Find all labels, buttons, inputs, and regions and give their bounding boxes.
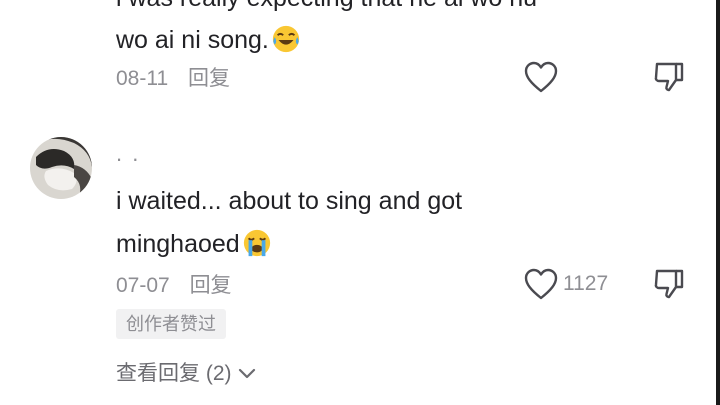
creator-liked-badge: 创作者赞过 [116,309,226,339]
view-replies-label: 查看回复 (2) [116,362,232,385]
view-replies-button[interactable]: 查看回复 (2) [116,361,256,387]
heart-icon [524,268,558,300]
avatar[interactable] [30,137,92,199]
comment-2-text-line-2: minghaoed [116,230,240,258]
comment-2-date: 07-07 [116,274,170,297]
comment-2-like-count: 1127 [563,272,609,295]
comment-2-dislike-button[interactable] [652,267,686,301]
frame-edge [716,0,720,405]
comment-2-text-line-2-wrap: minghaoed [116,228,272,259]
comment-2-reply-button[interactable]: 回复 [190,273,232,299]
comment-1-text: wo ai ni song. [116,24,301,55]
comment-1-reply-button[interactable]: 回复 [188,66,230,92]
heart-icon [524,61,558,93]
face-with-tears-of-joy-icon [272,25,299,53]
avatar-image [30,137,92,199]
comment-2-username[interactable]: . . [116,141,140,167]
thumbs-down-icon [654,62,684,92]
comment-1-dislike-button[interactable] [652,60,686,94]
comment-2-like-button[interactable]: 1127 [523,267,608,301]
comment-1-date: 08-11 [116,67,169,90]
comment-1-meta: 08-11 回复 [116,66,230,92]
comment-1-text-clipped: i was really expecting that he ai wo nu [116,0,537,13]
chevron-down-icon [238,368,255,379]
loudly-crying-face-icon [243,229,270,257]
comment-2-meta: 07-07 回复 [116,273,232,299]
comment-1-text-line: wo ai ni song. [116,26,269,54]
thumbs-down-icon [654,269,684,299]
comment-1-like-button[interactable] [523,60,559,94]
comment-2-text-line-1: i waited... about to sing and got [116,187,463,215]
